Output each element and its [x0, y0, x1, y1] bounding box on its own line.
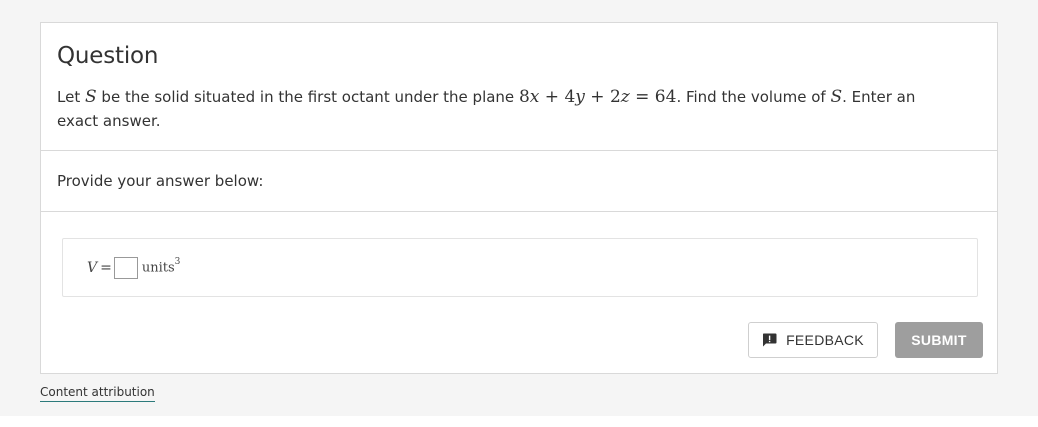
- feedback-button-label: FEEDBACK: [786, 332, 864, 348]
- answer-box: V = units3: [62, 238, 978, 297]
- eq-coef-3: 2: [609, 87, 621, 107]
- question-text-intro: Let: [57, 88, 81, 106]
- units-text: units: [141, 260, 175, 276]
- answer-prompt-label: Provide your answer below:: [57, 172, 264, 190]
- units-exponent: 3: [174, 257, 181, 268]
- answer-prompt: Provide your answer below:: [41, 151, 997, 212]
- submit-button-label: SUBMIT: [911, 332, 967, 348]
- answer-area: V = units3 FEEDBACK SUBMIT: [41, 212, 997, 373]
- question-title: Question: [57, 43, 159, 69]
- eq-op-2: +: [590, 87, 605, 107]
- feedback-button[interactable]: FEEDBACK: [748, 322, 878, 358]
- math-var-s-2: S: [830, 87, 843, 107]
- eq-op-1: +: [544, 87, 560, 107]
- eq-var-x: x: [529, 87, 540, 107]
- question-text: Let S be the solid situated in the first…: [57, 85, 957, 133]
- plane-equation: 8x + 4y + 2z = 64: [519, 87, 676, 107]
- answer-variable: V: [87, 259, 98, 276]
- question-card: Question Let S be the solid situated in …: [40, 22, 998, 374]
- submit-button[interactable]: SUBMIT: [895, 322, 983, 358]
- eq-coef-2: 4: [564, 87, 576, 107]
- content-attribution-link[interactable]: Content attribution: [40, 385, 155, 402]
- answer-equals: =: [100, 259, 112, 276]
- eq-coef-1: 8: [518, 87, 530, 107]
- eq-rhs: 64: [654, 87, 677, 107]
- answer-input[interactable]: [113, 256, 138, 279]
- units-label: units3: [141, 257, 181, 276]
- eq-var-y: y: [575, 87, 585, 107]
- eq-equals: =: [635, 87, 650, 107]
- question-text-after: . Find the volume of: [676, 88, 826, 106]
- eq-var-z: z: [620, 87, 630, 107]
- question-header: Question Let S be the solid situated in …: [41, 23, 997, 151]
- math-var-s: S: [84, 87, 97, 107]
- question-text-mid: be the solid situated in the first octan…: [101, 88, 515, 106]
- feedback-icon: [763, 333, 777, 347]
- page-footer-band: [0, 416, 1038, 427]
